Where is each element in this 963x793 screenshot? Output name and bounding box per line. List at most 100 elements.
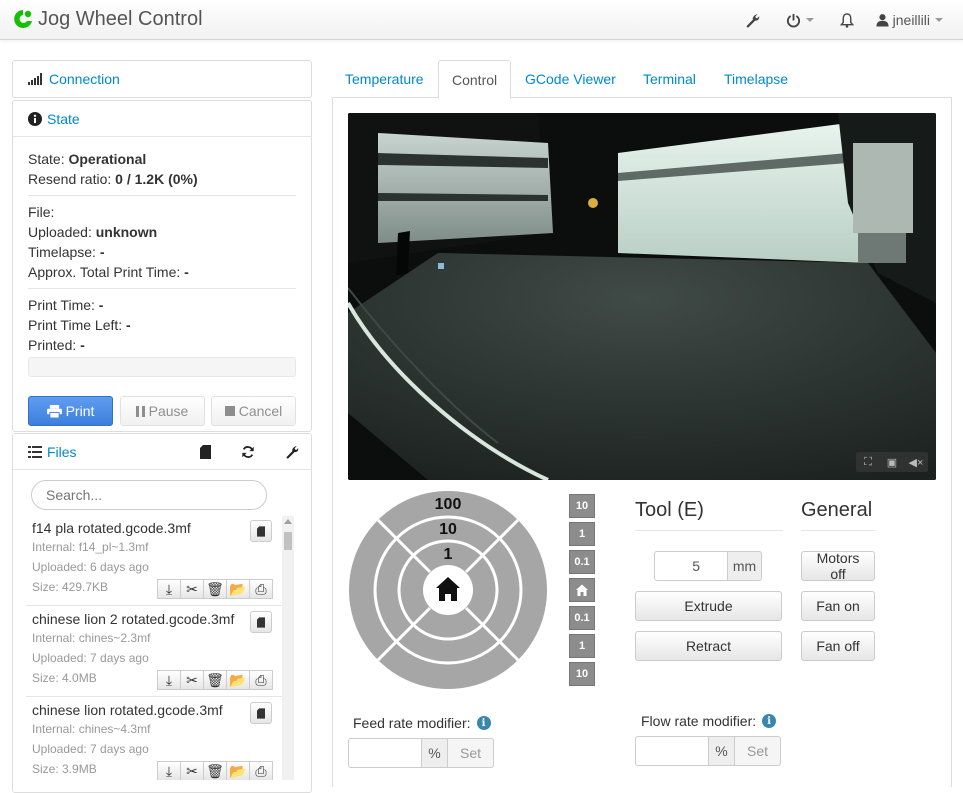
fan-on-button[interactable]: Fan on (801, 591, 875, 621)
sd-card-icon[interactable] (200, 444, 211, 459)
scissors-icon[interactable]: ✂ (180, 670, 204, 690)
download-icon[interactable]: ⤓ (157, 579, 181, 599)
folder-open-icon[interactable]: 📂 (226, 670, 250, 690)
stop-icon (224, 406, 235, 416)
tab-gcode-viewer[interactable]: GCode Viewer (512, 60, 629, 98)
jog-wheel[interactable]: 100 10 1 (348, 490, 548, 690)
download-icon[interactable]: ⤓ (157, 761, 181, 780)
files-search-input[interactable] (31, 480, 267, 510)
info-icon[interactable]: i (762, 714, 777, 728)
scissors-icon[interactable]: ✂ (180, 579, 204, 599)
cancel-button[interactable]: Cancel (211, 396, 296, 426)
mute-icon[interactable]: ◀× (904, 452, 928, 472)
file-name: chinese lion 2 rotated.gcode.3mf (32, 611, 235, 627)
webcam-stream[interactable]: ⛶ ▣ ◀× (348, 113, 936, 480)
z-down-1-button[interactable]: 1 (569, 634, 595, 658)
sd-card-icon[interactable] (250, 702, 272, 724)
connection-header[interactable]: Connection (13, 61, 311, 97)
file-list-item[interactable]: f14 pla rotated.gcode.3mf Internal: f14_… (20, 520, 278, 606)
print-time-line: Print Time: - (28, 297, 104, 313)
connection-label: Connection (49, 71, 120, 87)
flow-rate-input[interactable] (635, 736, 709, 766)
printed-line: Printed: - (28, 337, 85, 353)
z-up-0.1-button[interactable]: 0.1 (569, 550, 595, 574)
percent-addon: % (422, 738, 448, 768)
picture-icon[interactable]: ▣ (880, 452, 904, 472)
sd-card-icon[interactable] (250, 520, 272, 542)
file-uploaded: Uploaded: 6 days ago (32, 560, 149, 574)
print-left-line: Print Time Left: - (28, 317, 131, 333)
retract-button[interactable]: Retract (635, 631, 782, 661)
fan-off-button[interactable]: Fan off (801, 631, 875, 661)
scissors-icon[interactable]: ✂ (180, 761, 204, 780)
info-icon (28, 111, 42, 126)
list-icon (28, 445, 42, 458)
approx-time-line: Approx. Total Print Time: - (28, 264, 189, 280)
files-label: Files (47, 443, 77, 460)
wrench-icon[interactable] (745, 13, 760, 28)
folder-open-icon[interactable]: 📂 (226, 579, 250, 599)
user-menu[interactable]: jneillili (876, 12, 943, 28)
percent-addon: % (709, 736, 735, 766)
feed-rate-input[interactable] (348, 738, 422, 768)
files-title[interactable]: Files (28, 444, 77, 460)
z-down-0.1-button[interactable]: 0.1 (569, 606, 595, 630)
webcam-image (348, 113, 936, 480)
fullscreen-icon[interactable]: ⛶ (856, 452, 880, 472)
state-value: Operational (68, 151, 147, 167)
state-panel: State State: Operational Resend ratio: 0… (12, 100, 312, 432)
uploaded-line: Uploaded: unknown (28, 224, 158, 240)
print-icon[interactable]: ⎙ (249, 579, 273, 599)
file-list-item[interactable]: chinese lion 2 rotated.gcode.3mf Interna… (20, 611, 278, 697)
file-uploaded: Uploaded: 7 days ago (32, 742, 149, 756)
z-axis-buttons: 10 1 0.1 0.1 1 10 (569, 494, 595, 690)
download-icon[interactable]: ⤓ (157, 670, 181, 690)
user-icon (876, 14, 889, 27)
power-menu[interactable] (786, 13, 814, 28)
trash-icon[interactable]: 🗑 (203, 670, 227, 690)
wrench-icon[interactable] (285, 445, 299, 459)
tab-control[interactable]: Control (438, 60, 512, 99)
pause-button[interactable]: Pause (119, 396, 205, 426)
z-home-button[interactable] (569, 578, 595, 602)
tab-timelapse[interactable]: Timelapse (711, 60, 801, 98)
state-header[interactable]: State (13, 101, 311, 137)
brand[interactable]: Jog Wheel Control (12, 8, 203, 30)
extrude-button[interactable]: Extrude (635, 591, 782, 621)
z-up-1-button[interactable]: 1 (569, 522, 595, 546)
feed-rate-label: Feed rate modifier: i (353, 715, 491, 731)
info-icon[interactable]: i (476, 716, 491, 730)
file-list-item[interactable]: chinese lion rotated.gcode.3mf Internal:… (20, 702, 278, 780)
print-icon[interactable]: ⎙ (249, 761, 273, 780)
extrude-amount-input[interactable] (654, 551, 728, 581)
tab-temperature[interactable]: Temperature (332, 60, 437, 98)
trash-icon[interactable]: 🗑 (203, 761, 227, 780)
timelapse-line: Timelapse: - (28, 244, 105, 260)
uploaded-value: unknown (95, 224, 158, 240)
jog-ring-label-10: 10 (439, 521, 457, 538)
print-button[interactable]: Print (28, 396, 113, 426)
pause-icon (135, 405, 145, 417)
print-icon[interactable]: ⎙ (249, 670, 273, 690)
flow-rate-set-button[interactable]: Set (735, 736, 781, 766)
scrollbar-thumb[interactable] (284, 532, 292, 550)
refresh-icon[interactable] (241, 445, 255, 459)
feed-rate-group: % Set (348, 738, 494, 768)
jog-ring-label-1: 1 (444, 546, 453, 563)
z-down-10-button[interactable]: 10 (569, 662, 595, 686)
file-name: f14 pla rotated.gcode.3mf (32, 520, 191, 536)
bell-icon[interactable] (839, 12, 854, 28)
files-scrollbar[interactable] (282, 516, 294, 780)
folder-open-icon[interactable]: 📂 (226, 761, 250, 780)
file-name: chinese lion rotated.gcode.3mf (32, 702, 223, 718)
feed-rate-set-button[interactable]: Set (448, 738, 494, 768)
home-icon (576, 584, 588, 596)
general-heading: General (801, 499, 873, 521)
tab-terminal[interactable]: Terminal (630, 60, 709, 98)
sd-card-icon[interactable] (250, 611, 272, 633)
file-actions: ⤓ ✂ 🗑 📂 ⎙ (157, 579, 273, 599)
motors-off-button[interactable]: Motors off (801, 550, 875, 582)
z-up-10-button[interactable]: 10 (569, 494, 595, 518)
file-internal: Internal: chines~2.3mf (32, 631, 151, 645)
trash-icon[interactable]: 🗑 (203, 579, 227, 599)
